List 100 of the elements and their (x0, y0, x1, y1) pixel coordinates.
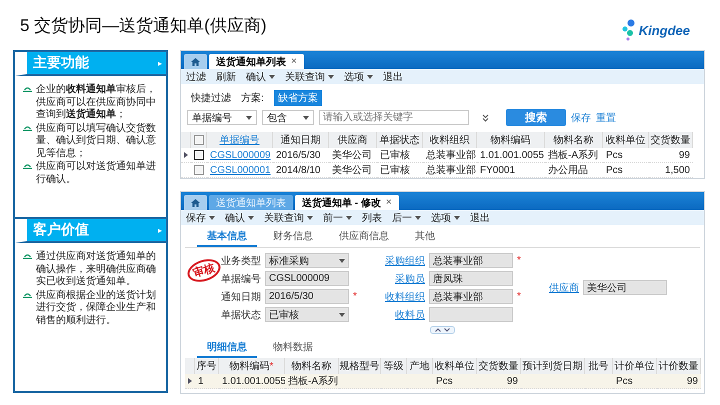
bullet-icon (23, 292, 32, 298)
column-header: 物料编码 (477, 132, 545, 148)
detail-tab[interactable]: 物料数据 (263, 339, 323, 358)
logo-text: Kingdee (638, 22, 690, 38)
close-button[interactable]: × (291, 56, 297, 67)
table-cell: Pcs (603, 163, 649, 178)
column-header: 批号 (585, 358, 613, 374)
table-cell: FY0001 (477, 163, 545, 178)
input-field[interactable]: 2016/5/30 (265, 289, 349, 304)
column-header: 物料名称 (285, 358, 339, 374)
document-link[interactable]: CGSL000009 (207, 148, 273, 163)
toolbar-button[interactable]: 列表 (362, 210, 382, 224)
panel-title: 主要功能 (33, 54, 89, 72)
bullet-text: 企业的收料通知单审核后，供应商可以在供应商协同中查询到送货通知单； (36, 84, 157, 122)
required-mark: * (517, 291, 522, 302)
link[interactable]: 保存 (571, 110, 591, 124)
table-cell: 99 (477, 374, 521, 389)
column-header: 收料单位 (603, 132, 649, 148)
home-icon (191, 58, 200, 66)
input-field[interactable] (429, 307, 513, 322)
column-header: 交货数量 (649, 132, 693, 148)
required-mark: * (353, 291, 358, 302)
row-selector[interactable] (185, 374, 195, 389)
input-field[interactable]: 总装事业部 (429, 289, 513, 304)
bullet-icon (23, 87, 32, 92)
table-cell: 1.01.001.0055 (219, 374, 285, 389)
section-tab[interactable]: 供应商信息 (329, 228, 399, 247)
caret-icon (346, 216, 352, 220)
column-header: 预计到货日期 (521, 358, 585, 374)
toolbar-button[interactable]: 过滤 (186, 70, 206, 84)
collapse-toggle[interactable] (430, 326, 455, 334)
bullet-text: 供应商可以对送货通知单进行确认。 (36, 161, 157, 186)
toolbar-button[interactable]: 关联查询 (264, 210, 313, 224)
field-link[interactable]: 采购员 (379, 272, 425, 286)
logo-icon (622, 19, 636, 41)
search-button[interactable]: 搜索 (506, 109, 566, 126)
toolbar-button[interactable]: 退出 (383, 70, 403, 84)
scheme-button[interactable]: 缺省方案 (274, 90, 322, 106)
table-cell: 办公用品 (545, 163, 603, 178)
column-header: 计价单位 (613, 358, 657, 374)
column-header: 收料组织 (423, 132, 477, 148)
caret-icon (307, 216, 313, 220)
column-header: 规格型号 (339, 358, 381, 374)
field-dropdown[interactable]: 单据编号 (187, 110, 257, 125)
field-link[interactable]: 收料组织 (379, 290, 425, 304)
home-tab[interactable] (184, 195, 207, 210)
table-cell: 已审核 (377, 148, 423, 163)
toolbar-button[interactable]: 前一 (323, 210, 352, 224)
toolbar-button[interactable]: 确认 (246, 70, 275, 84)
toolbar-button[interactable]: 选项 (431, 210, 460, 224)
checkbox[interactable] (194, 165, 204, 175)
bullet-icon (23, 254, 32, 259)
column-header: 等级 (381, 358, 407, 374)
field-link[interactable]: 收料员 (379, 308, 425, 322)
select-field[interactable]: 已审核 (265, 307, 349, 322)
operator-dropdown[interactable]: 包含 (262, 110, 314, 125)
section-tab[interactable]: 其他 (405, 228, 445, 247)
toolbar-button[interactable]: 保存 (186, 210, 215, 224)
column-header: 单据编号 (207, 132, 273, 148)
link[interactable]: 重置 (596, 110, 616, 124)
checkbox[interactable] (194, 135, 204, 145)
document-link[interactable]: CGSL000001 (207, 163, 273, 178)
toolbar-button[interactable]: 后一 (392, 210, 421, 224)
checkbox[interactable] (194, 150, 204, 160)
section-tab[interactable]: 基本信息 (197, 228, 257, 247)
bullet-text: 供应商可以填写确认交货数量、确认到货日期、确认意见等信息； (36, 122, 157, 160)
toolbar-button[interactable]: 刷新 (216, 70, 236, 84)
toolbar-button[interactable]: 退出 (470, 210, 490, 224)
table-cell: 总装事业部 (423, 163, 477, 178)
home-tab[interactable] (184, 54, 207, 69)
field-link[interactable]: 供应商 (543, 280, 579, 294)
select-field[interactable]: 标准采购 (265, 253, 349, 268)
bullet-text: 通过供应商对送货通知单的确认操作，来明确供应商确实已收到送货通知单。 (36, 251, 157, 288)
caret-icon (269, 74, 275, 78)
arrow-icon: ▸ (158, 226, 162, 234)
caret-icon (339, 258, 345, 262)
toolbar-button[interactable]: 关联查询 (285, 70, 334, 84)
scheme-label: 方案: (241, 92, 264, 105)
column-header: 收料单位 (433, 358, 477, 374)
input-field[interactable]: 总装事业部 (429, 253, 513, 268)
input-field[interactable]: 美华公司 (583, 280, 667, 295)
slide-title: 5 交货协同—送货通知单(供应商) (20, 14, 266, 36)
field-link[interactable]: 采购组织 (379, 254, 425, 268)
column-header: 物料编码* (219, 358, 285, 374)
caret-icon (328, 74, 334, 78)
input-field[interactable]: CGSL000009 (265, 271, 349, 286)
toolbar-button[interactable]: 选项 (344, 70, 373, 84)
input-field[interactable]: 唐凤珠 (429, 271, 513, 286)
expand-icon[interactable] (482, 114, 489, 122)
tab[interactable]: 送货通知单列表 × (209, 54, 304, 69)
caret-icon (248, 216, 254, 220)
table-cell: 1 (195, 374, 219, 389)
close-button[interactable]: × (386, 197, 392, 208)
caret-icon (339, 312, 345, 316)
tab[interactable]: 送货通知单 - 修改 × (295, 195, 399, 210)
section-tab[interactable]: 财务信息 (263, 228, 323, 247)
search-field[interactable]: 请输入或选择关键字 (319, 110, 469, 125)
row-pointer-icon (184, 152, 188, 158)
table-cell: Pcs (603, 148, 649, 163)
toolbar-button[interactable]: 确认 (225, 210, 254, 224)
